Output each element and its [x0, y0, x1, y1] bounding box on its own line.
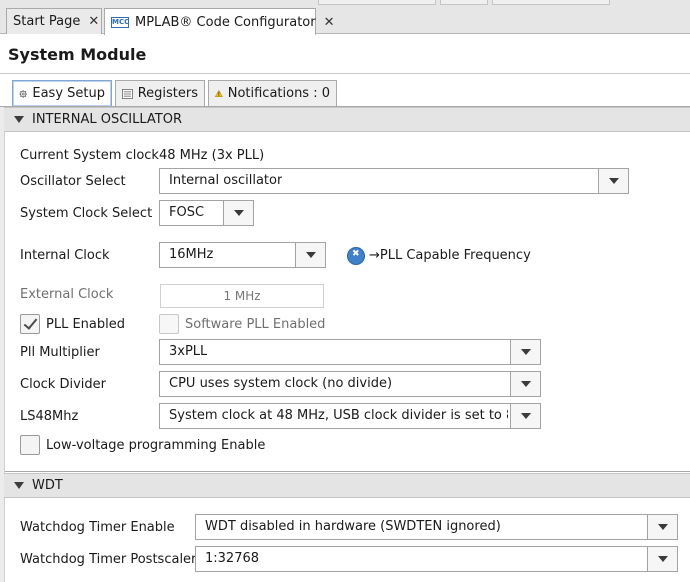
- current-clock-label: Current System clock: [20, 148, 159, 163]
- chevron-down-icon[interactable]: [510, 404, 540, 428]
- software-pll-checkbox[interactable]: [159, 314, 179, 334]
- pll-capable-hint: →PLL Capable Frequency: [369, 248, 531, 263]
- tabstrip-slot: [492, 0, 610, 5]
- clock-divider-dropdown[interactable]: CPU uses system clock (no divide): [159, 371, 541, 397]
- watchdog-postscaler-dropdown[interactable]: 1:32768: [195, 546, 678, 572]
- dropdown-value: System clock at 48 MHz, USB clock divide…: [169, 408, 508, 423]
- collapse-triangle-icon[interactable]: [14, 116, 24, 123]
- editor-tab-strip: Start Page ✕ MCC MPLAB® Code Configurato…: [0, 0, 690, 35]
- dropdown-value: FOSC: [169, 205, 205, 220]
- list-icon: [122, 88, 133, 99]
- mcc-logo-icon: MCC: [111, 16, 130, 28]
- section-header-internal-oscillator[interactable]: INTERNAL OSCILLATOR: [4, 107, 690, 132]
- watchdog-postscaler-label: Watchdog Timer Postscaler: [20, 552, 197, 567]
- chevron-down-icon[interactable]: [295, 243, 325, 267]
- oscillator-select-label: Oscillator Select: [20, 174, 126, 189]
- chevron-down-icon[interactable]: [510, 372, 540, 396]
- system-clock-select-dropdown[interactable]: FOSC: [159, 200, 254, 226]
- pll-enabled-checkbox[interactable]: [20, 314, 40, 334]
- dropdown-value: CPU uses system clock (no divide): [169, 376, 393, 391]
- tab-code-configurator[interactable]: MCC MPLAB® Code Configurator ✕: [104, 8, 335, 35]
- tab-label: Start Page: [13, 14, 81, 29]
- pll-multiplier-dropdown[interactable]: 3xPLL: [159, 339, 541, 365]
- divider: [0, 73, 690, 74]
- chevron-down-icon[interactable]: [510, 340, 540, 364]
- section-header-wdt[interactable]: WDT: [4, 473, 690, 498]
- section-title: WDT: [32, 478, 63, 493]
- close-icon[interactable]: ✕: [324, 15, 335, 30]
- low-voltage-programming-label: Low-voltage programming Enable: [46, 438, 266, 453]
- collapse-triangle-icon[interactable]: [14, 482, 24, 489]
- tab-label: Easy Setup: [32, 86, 105, 101]
- close-icon[interactable]: ✕: [88, 14, 99, 29]
- tab-easy-setup[interactable]: Easy Setup: [12, 80, 112, 107]
- ls48mhz-label: LS48Mhz: [20, 409, 79, 424]
- current-clock-value: 48 MHz (3x PLL): [159, 148, 265, 163]
- chevron-down-icon[interactable]: [598, 169, 628, 193]
- tab-label: Registers: [137, 86, 198, 101]
- clock-divider-label: Clock Divider: [20, 377, 106, 392]
- chevron-down-icon[interactable]: [647, 547, 677, 571]
- page-title: System Module: [8, 45, 147, 64]
- warning-icon: [215, 89, 223, 97]
- external-clock-field[interactable]: 1 MHz: [160, 284, 324, 308]
- dropdown-value: WDT disabled in hardware (SWDTEN ignored…: [205, 519, 501, 534]
- section-title: INTERNAL OSCILLATOR: [32, 112, 183, 127]
- info-icon: [347, 247, 365, 265]
- dropdown-value: Internal oscillator: [169, 173, 283, 188]
- pll-multiplier-label: Pll Multiplier: [20, 345, 100, 360]
- tab-registers[interactable]: Registers: [115, 80, 205, 107]
- tab-notifications[interactable]: Notifications : 0: [208, 80, 337, 107]
- pll-enabled-label: PLL Enabled: [46, 317, 125, 332]
- tabstrip-slot: [440, 0, 488, 5]
- watchdog-enable-dropdown[interactable]: WDT disabled in hardware (SWDTEN ignored…: [195, 514, 678, 540]
- dropdown-value: 1:32768: [205, 551, 260, 566]
- tab-label: Notifications : 0: [227, 86, 330, 101]
- external-clock-label: External Clock: [20, 287, 114, 302]
- dropdown-value: 3xPLL: [169, 344, 208, 359]
- low-voltage-programming-checkbox[interactable]: [20, 435, 40, 455]
- section-divider: [5, 462, 690, 472]
- watchdog-enable-label: Watchdog Timer Enable: [20, 520, 175, 535]
- chevron-down-icon[interactable]: [647, 515, 677, 539]
- tab-label: MPLAB® Code Configurator: [135, 14, 316, 30]
- ls48mhz-dropdown[interactable]: System clock at 48 MHz, USB clock divide…: [159, 403, 541, 429]
- dropdown-value: 16MHz: [169, 247, 214, 262]
- panel-rail: [0, 107, 5, 582]
- oscillator-select-dropdown[interactable]: Internal oscillator: [159, 168, 629, 194]
- chevron-down-icon[interactable]: [223, 201, 253, 225]
- tab-start-page[interactable]: Start Page ✕: [6, 8, 102, 34]
- gear-icon: [19, 89, 27, 98]
- system-clock-select-label: System Clock Select: [20, 206, 153, 221]
- software-pll-label: Software PLL Enabled: [185, 317, 326, 332]
- internal-clock-dropdown[interactable]: 16MHz: [159, 242, 326, 268]
- tabstrip-slot: [318, 0, 436, 5]
- internal-clock-label: Internal Clock: [20, 248, 110, 263]
